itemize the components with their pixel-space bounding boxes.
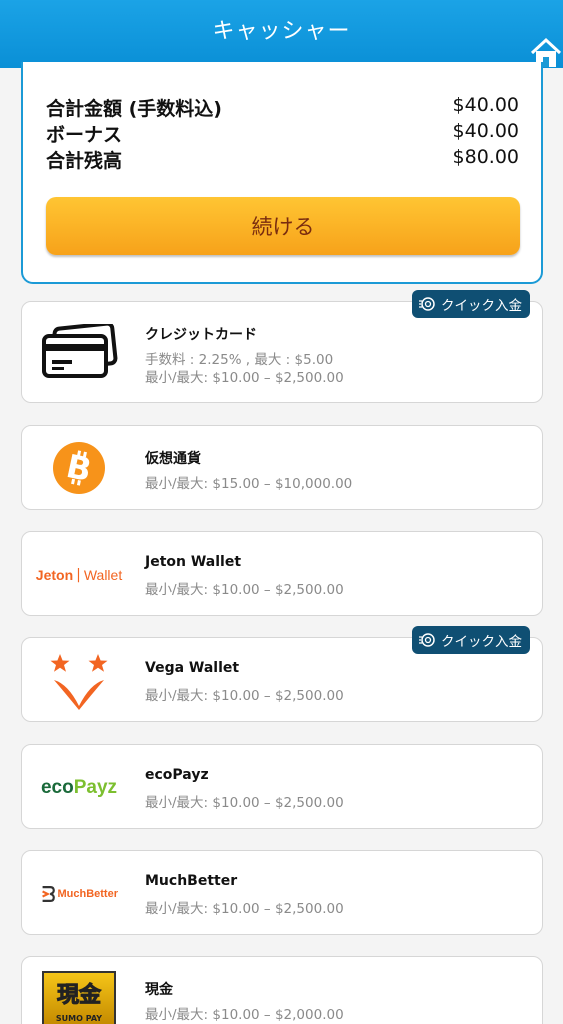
payment-method-ecopayz[interactable]: eco Payz ecoPayz 最小/最大: $10.00 – $2,500.… [21, 744, 543, 829]
logo-divider: | [76, 567, 81, 583]
wallet-logo-text: Wallet [83, 567, 123, 583]
payment-method-muchbetter[interactable]: MuchBetter MuchBetter 最小/最大: $10.00 – $2… [21, 850, 543, 935]
summary-row-total: 合計金額 (手数料込) $40.00 [46, 94, 519, 121]
continue-button[interactable]: 続ける [46, 197, 520, 255]
method-name: 現金 [145, 982, 173, 998]
method-name: 仮想通貨 [145, 451, 201, 467]
summary-value: $40.00 [452, 120, 519, 142]
method-name: クレジットカード [145, 327, 257, 343]
method-name: Vega Wallet [145, 660, 240, 676]
summary-value: $80.00 [452, 146, 519, 168]
quick-deposit-badge: クイック入金 [412, 290, 530, 318]
jeton-logo-text: Jeton [35, 567, 74, 583]
bitcoin-icon: B [53, 442, 105, 494]
sumo-pay-text: SUMO PAY [55, 1014, 103, 1023]
summary-label: 合計残高 [46, 150, 123, 172]
method-limits: 最小/最大: $10.00 – $2,000.00 [145, 1007, 344, 1023]
muchbetter-logo: MuchBetter [40, 879, 118, 909]
sumo-pay-logo: 現金 SUMO PAY [40, 971, 118, 1024]
payment-method-jeton-wallet[interactable]: Jeton | Wallet Jeton Wallet 最小/最大: $10.0… [21, 531, 543, 616]
method-limits: 最小/最大: $10.00 – $2,500.00 [145, 901, 344, 917]
quick-deposit-badge: クイック入金 [412, 626, 530, 654]
payment-method-credit-card[interactable]: クイック入金 クレジットカード 手数料 : 2.25% , 最大 : $5.00… [21, 290, 543, 403]
summary-label: 合計金額 (手数料込) [46, 98, 222, 120]
sumo-pay-kanji: 現金 [56, 983, 101, 1009]
vega-icon [50, 654, 108, 710]
credit-card-logo [40, 322, 118, 382]
method-limits: 最小/最大: $15.00 – $10,000.00 [145, 476, 353, 492]
payment-method-vega-wallet[interactable]: クイック入金 Vega Wallet 最小/最大: $10.00 – $2,50… [21, 626, 543, 722]
method-name: Jeton Wallet [145, 554, 242, 570]
method-name: ecoPayz [145, 767, 209, 783]
ecopayz-logo: eco Payz [40, 773, 118, 803]
method-limits: 最小/最大: $10.00 – $2,500.00 [145, 582, 344, 598]
summary-row-bonus: ボーナス $40.00 [46, 120, 519, 147]
eco-logo-text: eco [40, 777, 74, 798]
page-title: キャッシャー [212, 19, 351, 44]
credit-card-icon [42, 324, 118, 378]
jeton-logo: Jeton | Wallet [36, 560, 122, 590]
method-fee: 手数料 : 2.25% , 最大 : $5.00 [145, 352, 334, 368]
summary-value: $40.00 [452, 94, 519, 116]
quick-deposit-label: クイック入金 [441, 298, 522, 314]
muchbetter-icon [42, 886, 55, 902]
summary-panel: 合計金額 (手数料込) $40.00 ボーナス $40.00 合計残高 $80.… [21, 62, 543, 284]
quick-icon [419, 297, 435, 311]
app-header: キャッシャー [0, 0, 563, 68]
payment-method-crypto[interactable]: B 仮想通貨 最小/最大: $15.00 – $10,000.00 [21, 425, 543, 510]
summary-row-balance: 合計残高 $80.00 [46, 146, 519, 173]
method-limits: 最小/最大: $10.00 – $2,500.00 [145, 795, 344, 811]
summary-label: ボーナス [46, 124, 123, 146]
vega-logo [40, 650, 118, 712]
payz-logo-text: Payz [73, 777, 118, 798]
bitcoin-logo: B [40, 440, 118, 496]
quick-deposit-label: クイック入金 [441, 634, 522, 650]
method-name: MuchBetter [145, 873, 238, 889]
method-limits: 最小/最大: $10.00 – $2,500.00 [145, 688, 344, 704]
muchbetter-logo-text: MuchBetter [57, 888, 118, 900]
payment-method-cash[interactable]: 現金 SUMO PAY 現金 最小/最大: $10.00 – $2,000.00 [21, 956, 543, 1024]
method-limits: 最小/最大: $10.00 – $2,500.00 [145, 370, 344, 386]
quick-icon [419, 633, 435, 647]
sumo-pay-badge: 現金 SUMO PAY [42, 971, 116, 1024]
